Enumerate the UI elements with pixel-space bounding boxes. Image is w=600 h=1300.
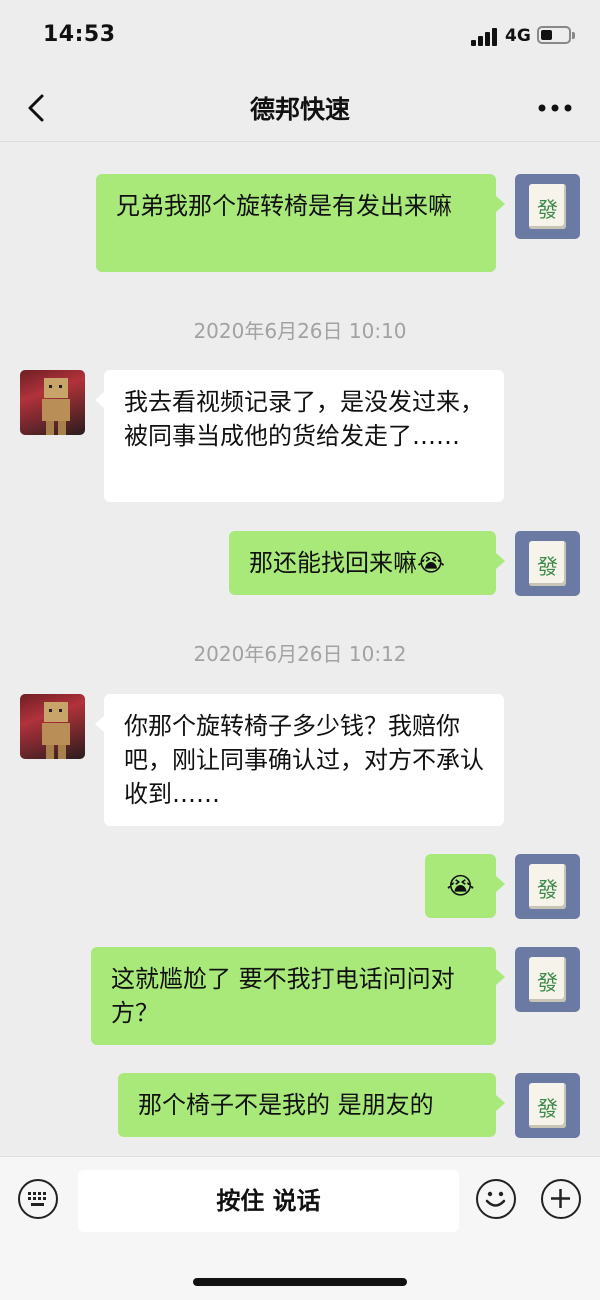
contact-avatar[interactable] — [20, 370, 85, 435]
message-text: 那个椅子不是我的 是朋友的 — [138, 1091, 434, 1119]
chat-title: 德邦快速 — [249, 95, 350, 124]
message-text: 这就尴尬了 要不我打电话问问对方？ — [111, 965, 455, 1027]
message-text: 那还能找回来嘛 — [249, 549, 417, 577]
home-indicator — [193, 1278, 407, 1286]
bubble-tail — [496, 969, 505, 985]
message-text: 我去看视频记录了，是没发过来，被同事当成他的货给发走了…… — [124, 388, 484, 450]
signal-icon — [471, 28, 499, 46]
crying-laughing-emoji-icon: 😭 — [446, 872, 475, 900]
bubble-tail — [496, 553, 505, 569]
message-bubble-sent[interactable]: 那还能找回来嘛😭 — [229, 531, 496, 595]
my-avatar[interactable]: 發 — [515, 531, 580, 596]
avatar-glyph: 發 — [537, 555, 558, 579]
emoji-icon[interactable] — [476, 1179, 516, 1219]
message-bubble-received[interactable]: 我去看视频记录了，是没发过来，被同事当成他的货给发走了…… — [104, 370, 504, 502]
message-text: 你那个旋转椅子多少钱？我赔你吧，刚让同事确认过，对方不承认收到…… — [124, 712, 484, 808]
message-bubble-sent[interactable]: 那个椅子不是我的 是朋友的 — [118, 1073, 496, 1137]
bubble-tail — [496, 196, 505, 212]
message-bubble-sent[interactable]: 😭 — [425, 854, 496, 918]
timestamp: 2020年6月26日 10:10 — [193, 319, 407, 343]
avatar-glyph: 發 — [537, 198, 558, 222]
message-bubble-sent[interactable]: 兄弟我那个旋转椅是有发出来嘛 — [96, 174, 496, 272]
keyboard-icon[interactable] — [18, 1179, 58, 1219]
avatar-glyph: 發 — [537, 878, 558, 902]
bubble-tail — [496, 1095, 505, 1111]
message-bubble-received[interactable]: 你那个旋转椅子多少钱？我赔你吧，刚让同事确认过，对方不承认收到…… — [104, 694, 504, 826]
plus-icon[interactable] — [541, 1179, 581, 1219]
hold-to-talk-button[interactable]: 按住 说话 — [78, 1170, 459, 1232]
bubble-tail — [496, 876, 505, 892]
my-avatar[interactable]: 發 — [515, 854, 580, 919]
network-label: 4G — [505, 26, 531, 46]
crying-laughing-emoji-icon: 😭 — [417, 549, 446, 577]
my-avatar[interactable]: 發 — [515, 947, 580, 1012]
battery-tip — [572, 32, 575, 39]
more-icon[interactable] — [535, 93, 575, 123]
input-bar: 按住 说话 — [0, 1156, 600, 1300]
contact-avatar[interactable] — [20, 694, 85, 759]
bubble-tail — [95, 392, 104, 408]
message-bubble-sent[interactable]: 这就尴尬了 要不我打电话问问对方？ — [91, 947, 496, 1045]
message-text: 兄弟我那个旋转椅是有发出来嘛 — [116, 192, 452, 220]
my-avatar[interactable]: 發 — [515, 1073, 580, 1138]
timestamp: 2020年6月26日 10:12 — [193, 642, 407, 666]
robot-figure-icon — [42, 378, 70, 435]
status-time: 14:53 — [43, 22, 116, 47]
avatar-glyph: 發 — [537, 1097, 558, 1121]
my-avatar[interactable]: 發 — [515, 174, 580, 239]
bubble-tail — [95, 716, 104, 732]
battery-icon — [537, 26, 571, 44]
nav-bar: 德邦快速 — [0, 75, 600, 142]
robot-figure-icon — [42, 702, 70, 759]
avatar-glyph: 發 — [537, 971, 558, 995]
status-bar: 14:53 4G — [0, 0, 600, 75]
